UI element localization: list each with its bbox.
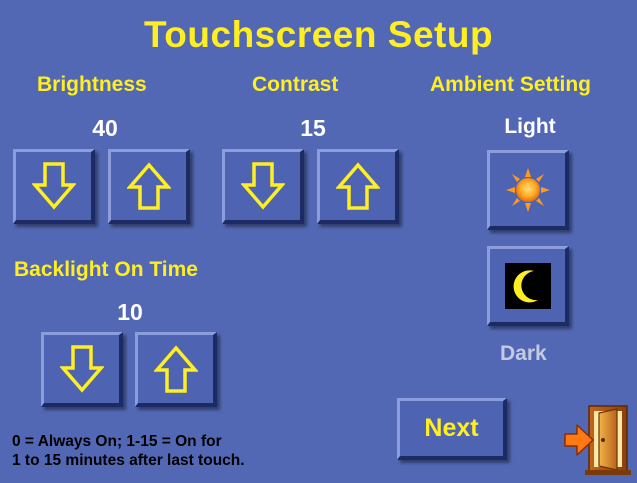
brightness-up-button[interactable] <box>108 149 190 224</box>
contrast-up-button[interactable] <box>317 149 399 224</box>
contrast-label: Contrast <box>252 73 339 96</box>
ambient-light-label: Light <box>504 115 556 138</box>
backlight-on-time-label: Backlight On Time <box>14 258 198 281</box>
sun-icon <box>505 167 550 212</box>
brightness-down-button[interactable] <box>13 149 95 224</box>
exit-door-icon <box>564 405 631 475</box>
backlight-value: 10 <box>117 299 143 325</box>
backlight-note: 0 = Always On; 1-15 = On for 1 to 15 min… <box>12 432 245 470</box>
arrow-down-icon <box>240 162 285 210</box>
arrow-up-icon <box>126 162 171 210</box>
moon-icon <box>504 262 551 309</box>
ambient-dark-label: Dark <box>500 342 547 365</box>
arrow-down-icon <box>31 162 76 210</box>
page-title: Touchscreen Setup <box>143 14 494 55</box>
arrow-down-icon <box>59 345 104 393</box>
backlight-note-line-1: 0 = Always On; 1-15 = On for <box>12 433 222 450</box>
backlight-down-button[interactable] <box>41 332 123 407</box>
arrow-up-icon <box>335 162 380 210</box>
brightness-value: 40 <box>92 115 118 141</box>
ambient-light-button[interactable] <box>487 150 569 230</box>
contrast-down-button[interactable] <box>222 149 304 224</box>
next-button[interactable]: Next <box>397 398 507 460</box>
contrast-value: 15 <box>300 115 326 141</box>
exit-button[interactable] <box>563 404 631 476</box>
backlight-note-line-2: 1 to 15 minutes after last touch. <box>12 452 245 469</box>
ambient-dark-button[interactable] <box>487 246 569 326</box>
brightness-label: Brightness <box>37 73 147 96</box>
ambient-setting-label: Ambient Setting <box>430 73 591 96</box>
backlight-up-button[interactable] <box>135 332 217 407</box>
arrow-up-icon <box>153 345 198 393</box>
